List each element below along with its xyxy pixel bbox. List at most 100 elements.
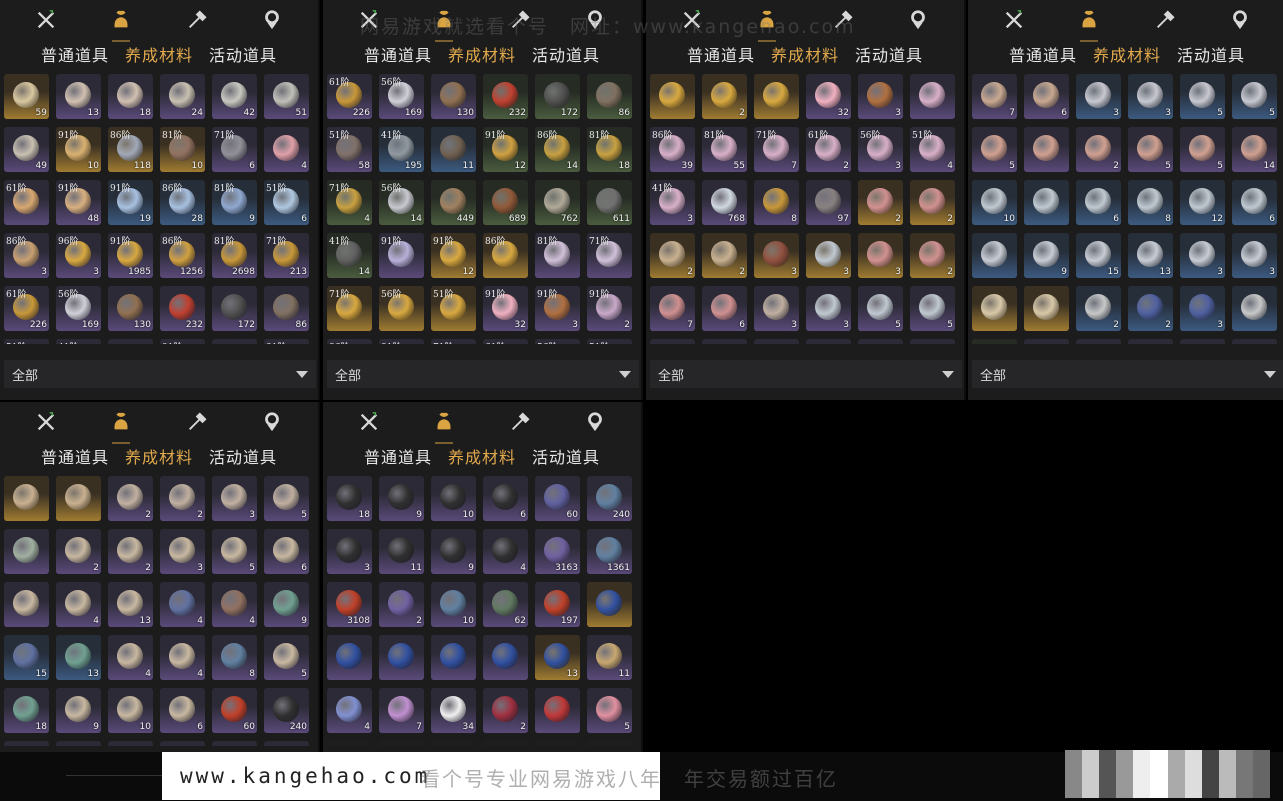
item-slot[interactable]: 130: [431, 74, 476, 119]
item-slot[interactable]: 8: [754, 180, 799, 225]
badge-icon[interactable]: [582, 409, 608, 435]
item-slot[interactable]: 172: [212, 286, 257, 331]
item-slot[interactable]: [910, 74, 955, 119]
item-slot[interactable]: 91阶 2: [587, 286, 632, 331]
item-slot[interactable]: 91阶 12: [431, 233, 476, 278]
item-slot[interactable]: 3: [1180, 233, 1225, 278]
item-slot[interactable]: 56阶: [535, 339, 580, 344]
item-slot[interactable]: 130: [108, 286, 153, 331]
item-slot[interactable]: 18: [327, 476, 372, 521]
item-slot[interactable]: 2: [108, 476, 153, 521]
item-slot[interactable]: 41阶 14: [327, 233, 372, 278]
item-slot[interactable]: 51阶 6: [264, 180, 309, 225]
item-slot[interactable]: 2: [483, 688, 528, 733]
item-slot[interactable]: 71阶: [431, 339, 476, 344]
item-slot[interactable]: 3: [858, 233, 903, 278]
badge-icon[interactable]: [259, 7, 285, 33]
item-slot[interactable]: 49: [4, 127, 49, 172]
item-slot[interactable]: 13: [56, 74, 101, 119]
item-slot[interactable]: 10: [431, 476, 476, 521]
scroll-icon[interactable]: [507, 409, 533, 435]
item-slot[interactable]: 51阶: [4, 339, 49, 344]
item-slot[interactable]: [535, 688, 580, 733]
item-slot[interactable]: [754, 339, 799, 344]
item-slot[interactable]: 9: [431, 529, 476, 574]
badge-icon[interactable]: [1227, 7, 1253, 33]
item-slot[interactable]: 14: [1232, 127, 1277, 172]
item-slot[interactable]: 42: [212, 74, 257, 119]
tab-growth-materials[interactable]: 养成材料: [448, 444, 516, 470]
item-slot[interactable]: [858, 339, 903, 344]
item-slot[interactable]: 689: [483, 180, 528, 225]
tab-growth-materials[interactable]: 养成材料: [125, 444, 193, 470]
item-slot[interactable]: 12: [1180, 180, 1225, 225]
item-slot[interactable]: 60: [212, 688, 257, 733]
item-slot[interactable]: [1024, 339, 1069, 344]
item-slot[interactable]: 7: [650, 286, 695, 331]
tab-event-items[interactable]: 活动道具: [532, 42, 600, 68]
item-slot[interactable]: [212, 741, 257, 746]
item-slot[interactable]: 86阶 1256: [160, 233, 205, 278]
item-slot[interactable]: [535, 741, 580, 746]
item-slot[interactable]: [327, 741, 372, 746]
item-slot[interactable]: 6: [264, 529, 309, 574]
item-slot[interactable]: 56阶 3: [858, 127, 903, 172]
item-slot[interactable]: 2: [379, 582, 424, 627]
item-slot[interactable]: 15: [1076, 233, 1121, 278]
item-slot[interactable]: [4, 529, 49, 574]
item-slot[interactable]: 34: [431, 688, 476, 733]
item-slot[interactable]: 2: [108, 529, 153, 574]
weapons-icon[interactable]: [33, 409, 59, 435]
scroll-icon[interactable]: [184, 409, 210, 435]
item-slot[interactable]: 5: [264, 635, 309, 680]
item-slot[interactable]: 3: [806, 233, 851, 278]
item-slot[interactable]: 240: [587, 476, 632, 521]
item-slot[interactable]: 24: [160, 74, 205, 119]
item-slot[interactable]: 3: [1232, 233, 1277, 278]
tab-event-items[interactable]: 活动道具: [209, 444, 277, 470]
item-slot[interactable]: [910, 339, 955, 344]
item-slot[interactable]: [1024, 180, 1069, 225]
material-bag-icon[interactable]: [431, 409, 457, 444]
item-slot[interactable]: 71阶: [327, 286, 372, 331]
item-slot[interactable]: 51阶 58: [327, 127, 372, 172]
item-slot[interactable]: 86阶: [483, 233, 528, 278]
item-slot[interactable]: 3: [212, 476, 257, 521]
item-slot[interactable]: 91阶 12: [483, 127, 528, 172]
item-slot[interactable]: 56阶 14: [379, 180, 424, 225]
item-slot[interactable]: 11: [431, 127, 476, 172]
item-slot[interactable]: 62: [483, 582, 528, 627]
item-slot[interactable]: 3108: [327, 582, 372, 627]
item-slot[interactable]: [56, 741, 101, 746]
item-slot[interactable]: 4: [483, 529, 528, 574]
tab-normal-items[interactable]: 普通道具: [41, 42, 109, 68]
item-slot[interactable]: 2: [858, 180, 903, 225]
item-slot[interactable]: 81阶 2698: [212, 233, 257, 278]
item-slot[interactable]: 3: [858, 74, 903, 119]
item-slot[interactable]: [587, 741, 632, 746]
item-slot[interactable]: [1024, 127, 1069, 172]
item-slot[interactable]: 86阶 3: [4, 233, 49, 278]
item-slot[interactable]: 91阶 48: [56, 180, 101, 225]
item-slot[interactable]: 232: [160, 286, 205, 331]
item-slot[interactable]: 6: [483, 476, 528, 521]
item-slot[interactable]: 71阶: [587, 233, 632, 278]
tab-normal-items[interactable]: 普通道具: [1009, 42, 1077, 68]
filter-dropdown[interactable]: 全部: [327, 360, 639, 388]
filter-dropdown[interactable]: 全部: [4, 360, 316, 388]
item-slot[interactable]: 11: [379, 529, 424, 574]
item-slot[interactable]: 3: [806, 286, 851, 331]
item-slot[interactable]: 5: [264, 476, 309, 521]
item-slot[interactable]: [264, 741, 309, 746]
item-slot[interactable]: 2: [910, 180, 955, 225]
item-slot[interactable]: 4: [212, 582, 257, 627]
item-slot[interactable]: [1232, 286, 1277, 331]
item-slot[interactable]: 2: [702, 74, 747, 119]
item-slot[interactable]: 86阶 28: [160, 180, 205, 225]
item-slot[interactable]: 8: [1128, 180, 1173, 225]
item-slot[interactable]: 18: [4, 688, 49, 733]
item-slot[interactable]: [1128, 339, 1173, 344]
item-slot[interactable]: [108, 741, 153, 746]
item-slot[interactable]: 7: [972, 74, 1017, 119]
item-slot[interactable]: 5: [1180, 127, 1225, 172]
